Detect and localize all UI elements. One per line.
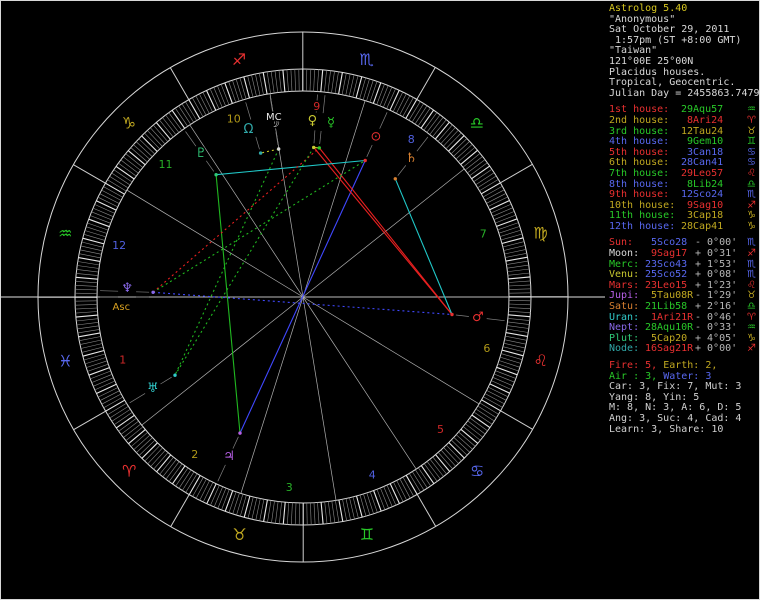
chart-header: Astrolog 5.40 "Anonymous" Sat October 29, …	[609, 3, 760, 99]
angle-labels: MC Asc	[111, 110, 283, 314]
libra-sign-icon: ♎	[470, 113, 484, 132]
planet-row: Node: 16Sag21R + 0°00' ♐	[609, 344, 759, 355]
scorpio-sign-icon: ♏	[359, 50, 373, 69]
stat-segment: Earth: 2,	[663, 360, 718, 371]
svg-text:11: 11	[159, 158, 173, 171]
header-line: Julian Day = 2455863.7479	[609, 87, 760, 99]
ascendant-label: Asc	[113, 302, 131, 313]
natal-wheel: ♈♉ ♊♋♌♍♎♏♐♑♒♓ 123456789101112⊙☽ ☿♀♂♃♄♅♆♇ΩMC…	[1, 31, 605, 563]
svg-text:4: 4	[369, 469, 376, 482]
pluto-glyph-icon: ♇	[195, 146, 207, 161]
house-cusp-value: 29Leo57	[681, 167, 724, 179]
gemini-sign-icon: ♊	[360, 525, 374, 544]
virgo-sign-icon: ♍	[533, 224, 547, 243]
aquarius-sign-icon: ♒	[58, 224, 72, 243]
capricorn-sign-icon: ♑	[122, 114, 136, 133]
jupiter-glyph-icon: ♃	[223, 449, 235, 464]
stat-segment: Fire: 5,	[609, 360, 664, 371]
aspect-lines	[152, 146, 453, 434]
sign-glyph: ♐	[747, 343, 756, 355]
house-cusp-value: 28Cap41	[681, 220, 724, 232]
svg-text:2: 2	[191, 448, 198, 461]
planet-position-table: Sun: 5Sco28 - 0°00' ♏ Moon: 9Sag17 + 0°31'…	[609, 238, 759, 355]
house-label: 2nd house:	[609, 114, 670, 126]
stat-segment: Car: 3, Fix: 7, Mut: 3	[609, 381, 742, 393]
house-label: 12th house:	[609, 220, 676, 232]
stat-segment: Water: 3	[663, 370, 712, 382]
pisces-sign-icon: ♓	[58, 351, 72, 370]
leo-sign-icon: ♌	[534, 351, 548, 370]
svg-text:10: 10	[227, 113, 241, 126]
svg-text:5: 5	[437, 423, 444, 436]
sign-glyph: ♑	[747, 220, 756, 232]
svg-text:7: 7	[480, 228, 487, 241]
astrolog-window: ♈ ♉ ♊ ♋ ♌ ♍ ♎ ♏ ♐ ♑ ♒ ♓ 1 2 3 4 5 6 7 8 9 10 11 12 ⊙ ☽ ☿ ♀ ♂ ♃ ♄ ♅ ♆ ♇ Ω MC…	[0, 0, 760, 600]
stat-segment: Ang: 3, Suc: 4, Cad: 4	[609, 412, 742, 424]
taurus-sign-icon: ♉	[232, 525, 246, 544]
neptune-glyph-icon: ♆	[121, 281, 133, 296]
stat-segment: Yang: 8, Yin: 5	[609, 391, 700, 403]
house-cusp-row: 7th house: 29Leo57 ♌	[609, 167, 759, 180]
stat-segment: Air : 3,	[609, 370, 664, 382]
cancer-sign-icon: ♋	[470, 461, 484, 480]
house-cusp-row: 2nd house: 8Ari24 ♈	[609, 114, 759, 127]
house-cusp-value: 8Ari24	[681, 114, 724, 126]
stat-segment: Learn: 3, Share: 10	[609, 423, 724, 435]
midheaven-label: MC	[266, 112, 282, 123]
node-glyph-icon: Ω	[244, 122, 254, 137]
header-line: 121°00E 25°00N	[609, 55, 694, 67]
uranus-glyph-icon: ♅	[147, 381, 159, 396]
planet-latitude: + 0°00'	[695, 343, 738, 355]
mars-glyph-icon: ♂	[472, 310, 484, 325]
house-cusp-table: 1st house: 29Aqu57 ♒ 2nd house: 8Ari24 ♈ 3rd …	[609, 105, 759, 232]
house-cusp-row: 12th house: 28Cap41 ♑	[609, 220, 759, 233]
aries-sign-icon: ♈	[122, 462, 136, 481]
saturn-glyph-icon: ♄	[405, 151, 417, 166]
stat-segment: M: 8, N: 3, A: 6, D: 5	[609, 402, 742, 414]
house-label: 7th house:	[609, 167, 670, 179]
sagittarius-sign-icon: ♐	[232, 50, 246, 69]
stat-line: Learn: 3, Share: 10	[609, 423, 759, 436]
sign-glyph: ♈	[747, 114, 756, 126]
sun-glyph-icon: ⊙	[370, 129, 381, 144]
svg-text:9: 9	[313, 100, 320, 113]
planet-position: 16Sag21R	[645, 343, 694, 355]
header-line: Astrolog 5.40	[609, 3, 688, 14]
sign-glyph: ♌	[747, 167, 756, 179]
svg-text:3: 3	[286, 481, 293, 494]
svg-text:12: 12	[112, 239, 126, 252]
svg-text:1: 1	[119, 353, 126, 366]
info-panel: Astrolog 5.40 "Anonymous" Sat October 29, …	[605, 1, 759, 599]
venus-glyph-icon: ♀	[308, 114, 318, 129]
chart-wheel-area: ♈ ♉ ♊ ♋ ♌ ♍ ♎ ♏ ♐ ♑ ♒ ♓ 1 2 3 4 5 6 7 8 9 10 11 12 ⊙ ☽ ☿ ♀ ♂ ♃ ♄ ♅ ♆ ♇ Ω MC…	[1, 1, 605, 599]
svg-text:6: 6	[483, 342, 490, 355]
mercury-glyph-icon: ☿	[327, 116, 335, 131]
svg-text:8: 8	[408, 133, 415, 146]
planet-label: Node:	[609, 343, 640, 355]
element-stats: Fire: 5, Earth: 2, Air : 3, Water: 3 Car: …	[609, 360, 759, 436]
